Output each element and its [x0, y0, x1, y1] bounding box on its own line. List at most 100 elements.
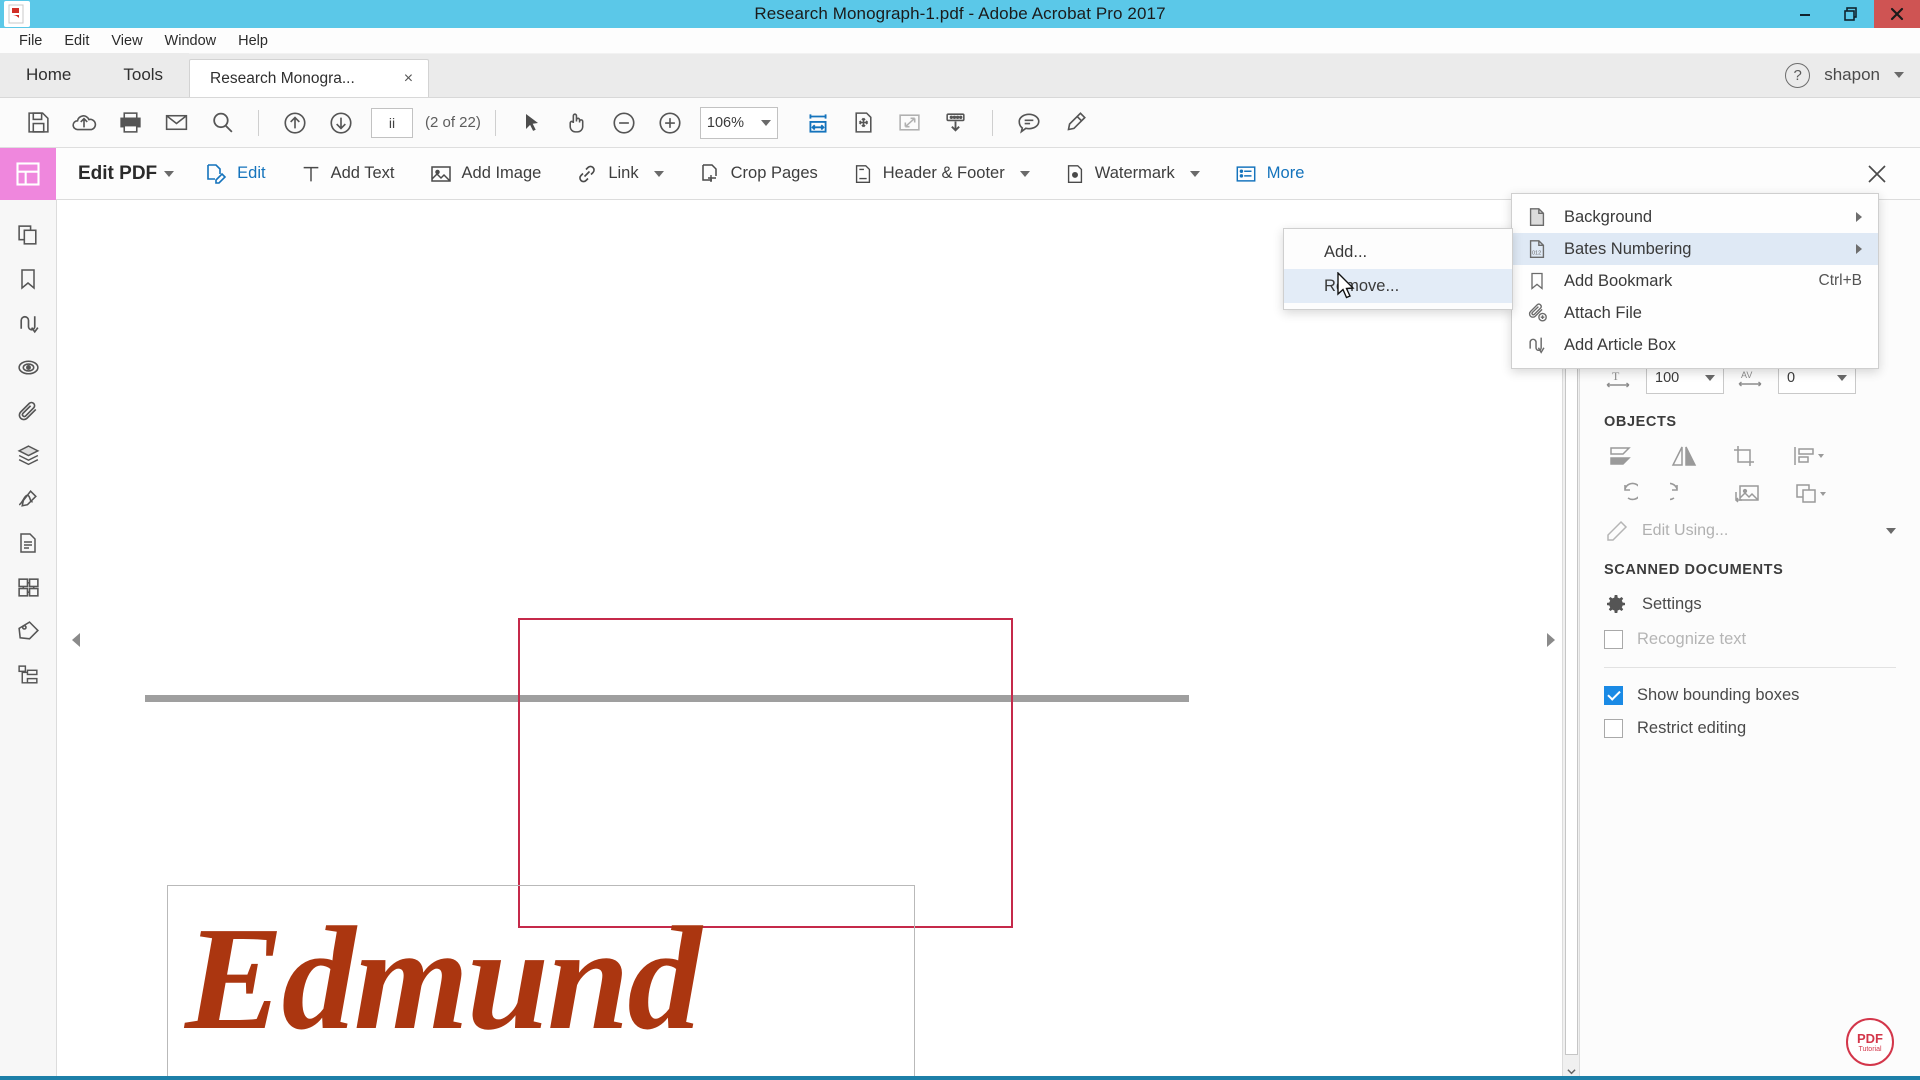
document-artwork-text[interactable]: Edmund [185, 905, 701, 1053]
crop-image-icon[interactable] [1732, 444, 1760, 468]
restrict-editing-row[interactable]: Restrict editing [1604, 719, 1896, 738]
tab-tools[interactable]: Tools [97, 53, 190, 97]
search-icon[interactable] [200, 103, 244, 143]
pan-and-zoom-icon[interactable] [842, 103, 886, 143]
recognize-text-checkbox[interactable] [1604, 630, 1623, 649]
chevron-down-icon[interactable] [1019, 170, 1030, 177]
highlight-icon[interactable] [1053, 103, 1097, 143]
tab-document[interactable]: Research Monogra... × [189, 59, 430, 97]
destinations-icon[interactable] [6, 346, 50, 388]
flip-horizontal-icon[interactable] [1670, 444, 1700, 468]
fit-width-icon[interactable] [796, 103, 840, 143]
chevron-down-icon[interactable] [760, 119, 771, 126]
article-box-icon[interactable] [6, 302, 50, 344]
tags-icon[interactable] [6, 566, 50, 608]
select-tool-icon[interactable] [510, 103, 554, 143]
signatures-icon[interactable] [6, 478, 50, 520]
collapse-right-panel-handle[interactable] [1547, 633, 1555, 647]
add-image-button[interactable]: Add Image [425, 156, 546, 192]
print-icon[interactable] [108, 103, 152, 143]
model-tree-icon[interactable] [6, 654, 50, 696]
add-text-button[interactable]: Add Text [296, 157, 399, 191]
flip-vertical-icon[interactable] [1608, 444, 1638, 468]
full-screen-icon[interactable] [888, 103, 932, 143]
tab-bar: Home Tools Research Monogra... × ? shapo… [0, 53, 1920, 98]
menu-view[interactable]: View [100, 31, 153, 51]
attachments-icon[interactable] [6, 390, 50, 432]
upload-cloud-icon[interactable] [62, 103, 106, 143]
menu-item-attach-file[interactable]: Attach File [1512, 297, 1878, 329]
chevron-down-icon[interactable] [1837, 374, 1847, 381]
zoom-in-icon[interactable] [648, 103, 692, 143]
page-thumbnails-icon[interactable] [6, 214, 50, 256]
edit-using-control[interactable]: Edit Using... [1604, 520, 1896, 542]
main-toolbar: ii (2 of 22) 106% [0, 98, 1920, 148]
menu-item-background[interactable]: Background [1512, 201, 1878, 233]
download-icon[interactable] [934, 103, 978, 143]
chevron-down-icon[interactable] [653, 170, 664, 177]
menu-item-bates-numbering[interactable]: 012 Bates Numbering [1512, 233, 1878, 265]
email-icon[interactable] [154, 103, 198, 143]
close-button[interactable] [1874, 0, 1920, 28]
previous-page-icon[interactable] [273, 103, 317, 143]
selected-object-bounding-box[interactable] [518, 618, 1013, 928]
submenu-item-bates-remove-label: Remove... [1324, 276, 1400, 295]
align-objects-icon[interactable] [1792, 444, 1826, 468]
watermark-button[interactable]: Watermark [1060, 156, 1204, 192]
menu-item-add-bookmark[interactable]: Add Bookmark Ctrl+B [1512, 265, 1878, 297]
header-footer-button[interactable]: Header & Footer [848, 156, 1034, 192]
collapse-left-panel-handle[interactable] [72, 633, 80, 647]
chevron-down-icon[interactable] [1894, 72, 1904, 78]
help-icon[interactable]: ? [1785, 62, 1811, 88]
crop-pages-button[interactable]: Crop Pages [694, 156, 822, 192]
toolbar-divider-3 [991, 109, 993, 136]
comment-icon[interactable] [1007, 103, 1051, 143]
chevron-down-icon[interactable] [1705, 374, 1715, 381]
tab-home[interactable]: Home [0, 53, 98, 97]
chevron-down-icon[interactable] [1886, 528, 1896, 534]
pdf-tutorial-badge[interactable]: PDF Tutorial [1846, 1018, 1894, 1066]
edit-button[interactable]: Edit [200, 156, 269, 192]
user-menu-label[interactable]: shapon [1824, 65, 1880, 85]
edit-pdf-panel-title[interactable]: Edit PDF [78, 163, 175, 185]
maximize-restore-button[interactable] [1828, 0, 1874, 28]
tool-panel-toggle[interactable] [0, 147, 56, 200]
scan-settings-button[interactable]: Settings [1604, 592, 1896, 616]
replace-image-icon[interactable] [1732, 482, 1762, 506]
menu-edit[interactable]: Edit [53, 31, 100, 51]
bookmarks-icon[interactable] [6, 258, 50, 300]
show-bounding-boxes-row[interactable]: Show bounding boxes [1604, 686, 1896, 705]
zoom-level-select[interactable]: 106% [699, 106, 778, 139]
objects-row-1 [1604, 444, 1896, 468]
link-button[interactable]: Link [571, 156, 667, 192]
chevron-down-icon[interactable] [1189, 170, 1200, 177]
menu-window[interactable]: Window [154, 31, 228, 51]
stamps-icon[interactable] [6, 610, 50, 652]
close-icon[interactable]: × [401, 70, 416, 87]
rotate-clockwise-icon[interactable] [1670, 482, 1700, 506]
more-label: More [1266, 164, 1305, 182]
zoom-out-icon[interactable] [602, 103, 646, 143]
recognize-text-checkbox-row[interactable]: Recognize text [1604, 630, 1896, 649]
restrict-editing-checkbox[interactable] [1604, 719, 1623, 738]
submenu-item-bates-remove[interactable]: Remove... [1284, 269, 1512, 303]
document-viewer[interactable]: Edmund [57, 200, 1580, 1080]
menu-item-add-article-box[interactable]: Add Article Box [1512, 329, 1878, 361]
save-icon[interactable] [16, 103, 60, 143]
menu-file[interactable]: File [8, 31, 53, 51]
arrange-objects-icon[interactable] [1794, 482, 1828, 506]
background-page-icon [1524, 206, 1550, 228]
close-edit-panel-icon[interactable] [1860, 157, 1894, 191]
hand-tool-icon[interactable] [556, 103, 600, 143]
show-bounding-boxes-checkbox[interactable] [1604, 686, 1623, 705]
minimize-button[interactable] [1782, 0, 1828, 28]
layers-icon[interactable] [6, 434, 50, 476]
chevron-down-icon[interactable] [164, 170, 175, 177]
more-button[interactable]: More [1230, 157, 1318, 191]
menu-help[interactable]: Help [227, 31, 279, 51]
content-icon[interactable] [6, 522, 50, 564]
submenu-item-bates-add[interactable]: Add... [1284, 235, 1512, 269]
rotate-counterclockwise-icon[interactable] [1608, 482, 1638, 506]
next-page-icon[interactable] [319, 103, 363, 143]
page-number-input[interactable]: ii [371, 107, 413, 138]
